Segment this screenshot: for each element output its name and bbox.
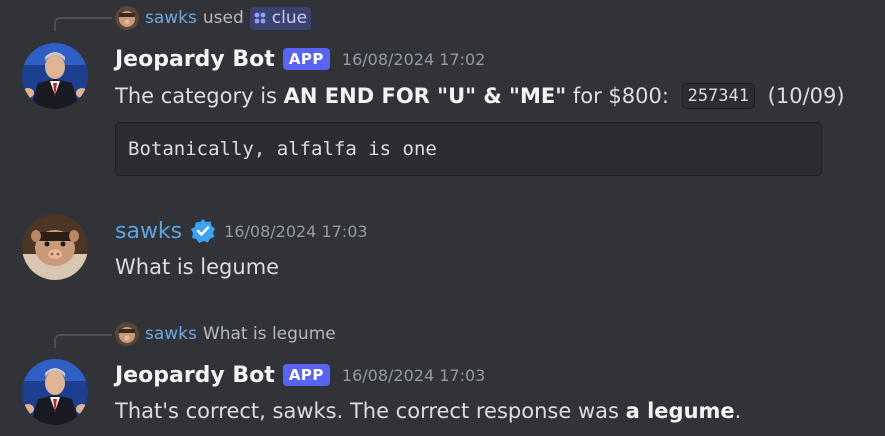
sawks-avatar[interactable] [22, 214, 88, 280]
clue-code-block: Botanically, alfalfa is one [115, 122, 822, 176]
message-timestamp[interactable]: 16/08/2024 17:02 [342, 50, 485, 69]
app-badge: APP [282, 364, 330, 386]
app-badge: APP [282, 48, 330, 70]
sawks-mini-avatar[interactable] [115, 322, 139, 346]
command-mention[interactable]: clue [249, 6, 312, 30]
message-content: The category is AN END FOR "U" & "ME" fo… [115, 80, 845, 112]
text-middle: for $800: [566, 84, 676, 108]
reply-preview[interactable]: sawks What is legume [115, 321, 336, 347]
reply-message-text: What is legume [202, 324, 336, 344]
clue-id-code: 257341 [681, 83, 755, 109]
message-timestamp[interactable]: 16/08/2024 17:03 [224, 222, 367, 241]
reply-preview[interactable]: sawks used clue [115, 5, 312, 31]
chat-messages: sawks used clue Jeopardy Bot APP 16/08/2… [0, 0, 885, 436]
text-prefix: The category is [115, 84, 284, 108]
reply-connector [54, 17, 112, 31]
correct-answer: a legume [625, 399, 735, 423]
text-prefix: That's correct, sawks. The correct respo… [115, 399, 626, 423]
sawks-mini-avatar[interactable] [115, 6, 139, 30]
category-name: AN END FOR "U" & "ME" [283, 84, 567, 108]
jeopardy-bot-avatar[interactable] [22, 359, 88, 425]
message-content: What is legume [115, 255, 280, 279]
message-header: Jeopardy Bot APP 16/08/2024 17:03 [115, 361, 485, 389]
message-header: sawks 16/08/2024 17:03 [115, 216, 368, 246]
author-name[interactable]: sawks [115, 219, 182, 244]
reply-connector [54, 334, 112, 348]
text-suffix: (10/09) [761, 84, 845, 108]
command-name: clue [271, 7, 308, 28]
verified-badge-icon [190, 218, 216, 244]
slash-command-icon [253, 11, 267, 25]
author-name[interactable]: Jeopardy Bot [115, 47, 275, 72]
jeopardy-bot-avatar[interactable] [22, 43, 88, 109]
reply-username[interactable]: sawks [145, 324, 197, 344]
message-header: Jeopardy Bot APP 16/08/2024 17:02 [115, 45, 485, 73]
text-suffix: . [734, 399, 742, 423]
message-content: That's correct, sawks. The correct respo… [115, 395, 741, 427]
author-name[interactable]: Jeopardy Bot [115, 363, 275, 388]
reply-username[interactable]: sawks [145, 8, 197, 28]
reply-used-label: used [202, 8, 244, 28]
message-timestamp[interactable]: 16/08/2024 17:03 [342, 366, 485, 385]
